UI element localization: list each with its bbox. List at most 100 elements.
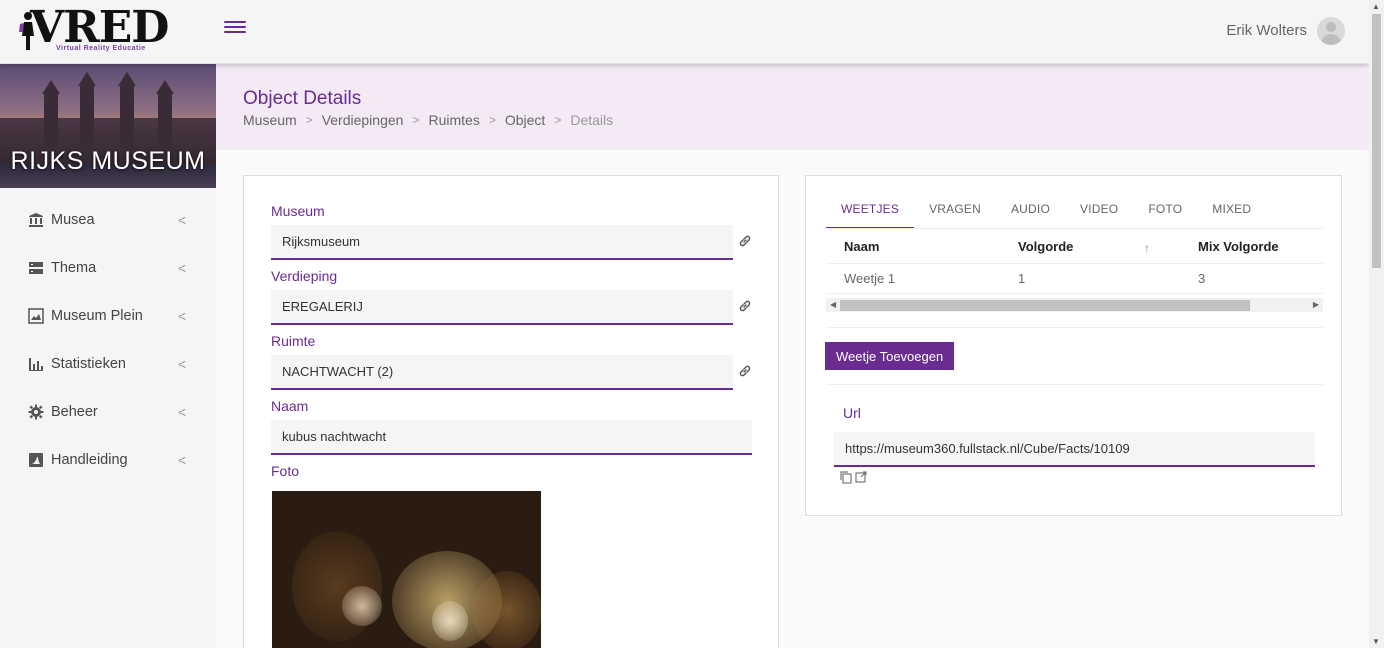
tab-mixed[interactable]: MIXED <box>1197 196 1266 229</box>
scroll-down-icon[interactable]: ▼ <box>1372 637 1380 646</box>
table-horizontal-scrollbar[interactable]: ◀ ▶ <box>826 298 1323 312</box>
sidebar-item-label: Beheer <box>51 404 98 420</box>
column-header-mix-volgorde[interactable]: Mix Volgorde <box>1198 239 1279 254</box>
bar-chart-icon <box>28 356 44 372</box>
sidebar-item-handleiding[interactable]: Handleiding < <box>0 436 216 484</box>
page-header: Object Details Museum > Verdiepingen > R… <box>216 64 1369 150</box>
breadcrumb-verdiepingen[interactable]: Verdiepingen <box>322 112 404 128</box>
tab-audio[interactable]: AUDIO <box>996 196 1065 229</box>
link-icon[interactable] <box>738 299 752 313</box>
sidebar-item-label: Musea <box>51 212 95 228</box>
sidebar-item-museum-plein[interactable]: Museum Plein < <box>0 292 216 340</box>
sidebar-item-label: Museum Plein <box>51 308 143 324</box>
divider <box>826 384 1323 385</box>
museum-label: Museum <box>271 203 325 219</box>
breadcrumb: Museum > Verdiepingen > Ruimtes > Object… <box>243 112 613 128</box>
logo-tagline: Virtual Reality Educatie <box>56 45 146 52</box>
tab-vragen[interactable]: VRAGEN <box>914 196 996 229</box>
chevron-right-icon: > <box>412 113 420 127</box>
tab-foto[interactable]: FOTO <box>1133 196 1197 229</box>
scrollbar-thumb[interactable] <box>1372 14 1381 268</box>
tab-video[interactable]: VIDEO <box>1065 196 1133 229</box>
naam-label: Naam <box>271 398 309 414</box>
verdieping-field[interactable] <box>271 290 733 325</box>
chevron-left-icon: < <box>178 212 187 228</box>
gear-icon <box>28 404 44 420</box>
chevron-left-icon: < <box>178 404 187 420</box>
object-form-card: Museum Verdieping Ruimte Naam Foto <box>243 175 779 648</box>
banner-title: RIJKS MUSEUM <box>10 147 206 175</box>
divider <box>826 327 1323 328</box>
verdieping-input[interactable] <box>271 290 733 323</box>
dashboard-icon <box>28 260 44 276</box>
ruimte-label: Ruimte <box>271 333 316 349</box>
sidebar-item-beheer[interactable]: Beheer < <box>0 388 216 436</box>
sidebar-item-thema[interactable]: Thema < <box>0 244 216 292</box>
museum-banner: RIJKS MUSEUM <box>0 64 216 188</box>
scroll-right-icon[interactable]: ▶ <box>1313 298 1319 312</box>
ruimte-field[interactable] <box>271 355 733 390</box>
table-header: Naam Volgorde ↑ Mix Volgorde <box>826 230 1323 264</box>
sidebar-item-label: Thema <box>51 260 97 276</box>
add-weetje-button[interactable]: Weetje Toevoegen <box>825 342 955 370</box>
cell-volgorde: 1 <box>1018 271 1026 286</box>
top-bar: VRED Virtual Reality Educatie Erik Wolte… <box>0 0 1369 64</box>
page-vertical-scrollbar[interactable]: ▲ ▼ <box>1369 0 1384 648</box>
page-title: Object Details <box>243 88 362 109</box>
link-icon[interactable] <box>738 364 752 378</box>
scroll-up-icon[interactable]: ▲ <box>1372 2 1380 11</box>
sidebar-item-label: Statistieken <box>51 356 126 372</box>
foto-label: Foto <box>271 463 300 479</box>
sidebar-item-statistieken[interactable]: Statistieken < <box>0 340 216 388</box>
details-panel-card: WEETJES VRAGEN AUDIO VIDEO FOTO MIXED Na… <box>805 175 1342 516</box>
object-photo[interactable] <box>272 491 541 648</box>
open-external-icon[interactable] <box>854 470 868 484</box>
sort-arrow-up-icon[interactable]: ↑ <box>1144 241 1150 255</box>
sidebar: RIJKS MUSEUM Musea < Thema < Museum Plei… <box>0 64 216 648</box>
tab-bar: WEETJES VRAGEN AUDIO VIDEO FOTO MIXED <box>826 196 1266 229</box>
cell-naam: Weetje 1 <box>844 271 896 286</box>
weetjes-table: Naam Volgorde ↑ Mix Volgorde Weetje 1 1 … <box>826 230 1323 294</box>
hamburger-menu-icon[interactable] <box>224 18 246 38</box>
copy-icon[interactable] <box>839 470 853 484</box>
url-field[interactable] <box>834 432 1315 467</box>
chevron-left-icon: < <box>178 308 187 324</box>
column-header-naam[interactable]: Naam <box>844 239 879 254</box>
breadcrumb-object[interactable]: Object <box>505 112 545 128</box>
vred-logo[interactable]: VRED Virtual Reality Educatie <box>16 4 200 54</box>
museum-input[interactable] <box>271 225 733 258</box>
link-icon[interactable] <box>738 234 752 248</box>
avatar[interactable] <box>1317 17 1345 45</box>
breadcrumb-details: Details <box>570 112 614 128</box>
scroll-left-icon[interactable]: ◀ <box>830 298 836 312</box>
museum-icon <box>28 212 44 228</box>
table-row[interactable]: Weetje 1 1 3 <box>826 264 1323 294</box>
naam-input[interactable] <box>271 420 752 453</box>
ruimte-input[interactable] <box>271 355 733 388</box>
url-actions <box>839 470 869 484</box>
breadcrumb-museum[interactable]: Museum <box>243 112 297 128</box>
naam-field[interactable] <box>271 420 752 455</box>
url-input[interactable] <box>834 432 1315 465</box>
chevron-right-icon: > <box>305 113 313 127</box>
column-header-volgorde[interactable]: Volgorde <box>1018 239 1073 254</box>
sidebar-nav: Musea < Thema < Museum Plein < Statistie… <box>0 188 216 484</box>
manual-icon <box>28 452 44 468</box>
chevron-left-icon: < <box>178 356 187 372</box>
chevron-left-icon: < <box>178 452 187 468</box>
cell-mix-volgorde: 3 <box>1198 271 1206 286</box>
sidebar-item-label: Handleiding <box>51 452 128 468</box>
sidebar-item-musea[interactable]: Musea < <box>0 196 216 244</box>
chevron-right-icon: > <box>488 113 496 127</box>
url-label: Url <box>843 405 861 421</box>
museum-field[interactable] <box>271 225 733 260</box>
landscape-icon <box>28 308 44 324</box>
tab-divider <box>826 228 1323 229</box>
user-name[interactable]: Erik Wolters <box>1226 22 1307 39</box>
tab-weetjes[interactable]: WEETJES <box>826 196 915 229</box>
chevron-right-icon: > <box>554 113 562 127</box>
chevron-left-icon: < <box>178 260 187 276</box>
verdieping-label: Verdieping <box>271 268 338 284</box>
breadcrumb-ruimtes[interactable]: Ruimtes <box>428 112 479 128</box>
scrollbar-thumb[interactable] <box>840 300 1250 311</box>
